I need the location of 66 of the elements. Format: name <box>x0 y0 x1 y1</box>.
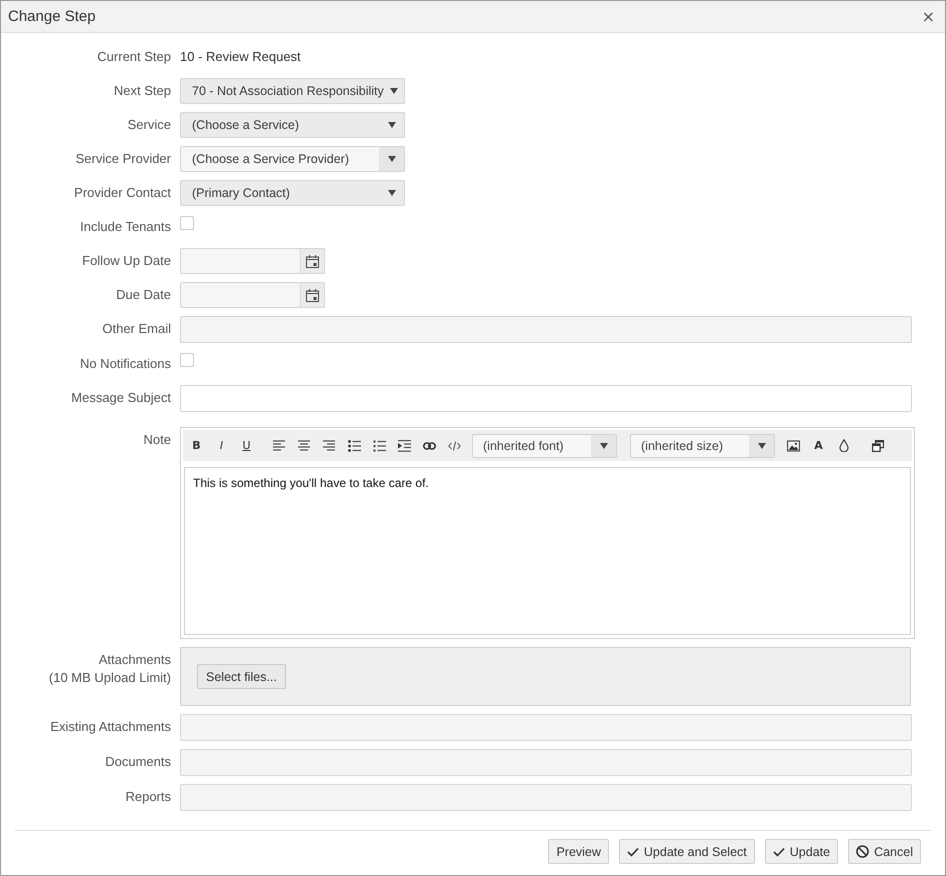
bold-button[interactable]: B <box>184 434 209 458</box>
field-label: Service Provider <box>76 150 171 168</box>
align-left-icon[interactable] <box>273 440 286 452</box>
bullet-list-icon[interactable] <box>348 440 361 452</box>
select-dropdown[interactable]: (Choose a Service) <box>180 112 405 138</box>
select-dropdown[interactable]: 70 - Not Association Responsibility <box>180 78 405 104</box>
action-button[interactable]: Update and Select <box>618 839 755 864</box>
underline-button[interactable]: U <box>234 434 259 458</box>
image-icon[interactable] <box>787 440 800 452</box>
caret-icon <box>600 442 608 448</box>
caret-icon <box>388 122 396 128</box>
field-label: Next Step <box>114 82 171 100</box>
field-label: Note <box>144 431 171 449</box>
caret-icon <box>388 190 396 196</box>
field-label: No Notifications <box>80 355 171 373</box>
window-icon[interactable] <box>872 440 884 452</box>
action-button[interactable]: Preview <box>548 839 609 864</box>
check-icon <box>772 846 785 856</box>
calendar-icon <box>306 288 319 302</box>
select-files-button[interactable]: Select files... <box>197 664 286 689</box>
action-button[interactable]: Update <box>764 839 838 864</box>
calendar-button[interactable] <box>300 249 324 273</box>
calendar-icon <box>306 254 319 268</box>
caret-icon <box>390 88 398 94</box>
field-label: Provider Contact <box>74 184 171 202</box>
check-icon <box>626 846 639 856</box>
caret-icon <box>758 442 766 448</box>
align-right-icon[interactable] <box>323 440 336 452</box>
field-label: Reports <box>125 788 171 806</box>
editor-text-area[interactable]: This is something you'll have to take care of. <box>184 467 911 635</box>
field-label: Due Date <box>116 286 171 304</box>
field-label: Service <box>128 116 171 134</box>
action-button[interactable]: Cancel <box>848 839 921 864</box>
text-input[interactable] <box>180 385 912 412</box>
date-input[interactable] <box>181 249 300 273</box>
link-icon[interactable] <box>423 440 436 452</box>
field-label: Message Subject <box>71 389 171 407</box>
ban-icon <box>856 845 870 858</box>
close-button[interactable]: × <box>920 8 937 26</box>
code-icon[interactable] <box>448 440 461 452</box>
font-color-button[interactable]: A <box>806 434 831 458</box>
combo-dropdown[interactable]: (Choose a Service Provider) <box>180 146 405 172</box>
caret-icon <box>388 156 396 162</box>
checkbox[interactable] <box>180 216 194 230</box>
numbered-list-icon[interactable] <box>373 440 386 452</box>
upload-limit-note: (10 MB Upload Limit) <box>48 669 171 687</box>
field-label: Include Tenants <box>80 218 171 236</box>
drop-icon[interactable] <box>838 439 848 452</box>
align-center-icon[interactable] <box>298 440 311 452</box>
field-label: Other Email <box>102 320 171 338</box>
field-label: Follow Up Date <box>82 252 171 270</box>
email-field[interactable] <box>180 316 912 343</box>
field-label: Attachments <box>98 651 171 669</box>
select-dropdown[interactable]: (Primary Contact) <box>180 180 405 206</box>
italic-button[interactable]: I <box>209 434 234 458</box>
font-dropdown[interactable]: (inherited font) <box>472 434 617 458</box>
date-input[interactable] <box>181 283 300 307</box>
size-dropdown[interactable]: (inherited size) <box>630 434 775 458</box>
calendar-button[interactable] <box>300 283 324 307</box>
current-step-value: 10 - Review Request <box>180 49 301 64</box>
field-label: Current Step <box>97 48 171 66</box>
checkbox[interactable] <box>180 353 194 367</box>
field-label: Documents <box>105 753 171 771</box>
indent-icon[interactable] <box>398 440 411 452</box>
field-label: Existing Attachments <box>50 718 171 736</box>
dialog-title: Change Step <box>8 8 96 25</box>
